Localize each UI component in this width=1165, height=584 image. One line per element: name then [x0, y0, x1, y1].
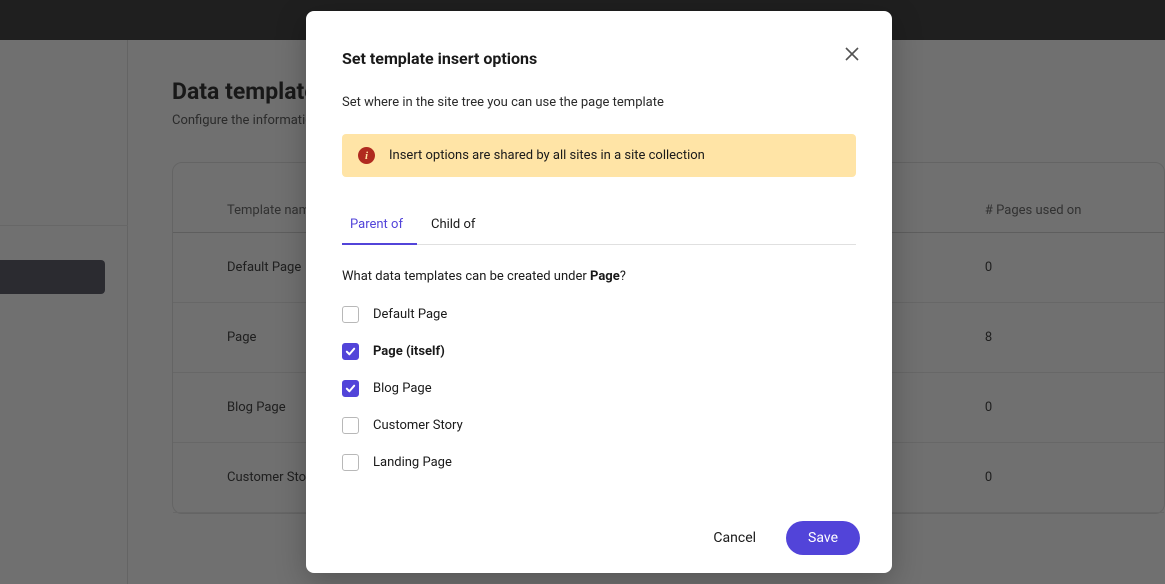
tab-parent-of[interactable]: Parent of	[342, 207, 417, 244]
checkbox-label: Default Page	[373, 307, 447, 322]
checkbox[interactable]	[342, 417, 359, 434]
checkbox-item-landing-page[interactable]: Landing Page	[342, 454, 856, 471]
close-icon	[844, 46, 860, 62]
close-button[interactable]	[844, 46, 860, 66]
question-suffix: ?	[620, 269, 626, 284]
modal-description: Set where in the site tree you can use t…	[306, 95, 892, 110]
question-prefix: What data templates can be created under	[342, 269, 590, 284]
checkbox-label: Customer Story	[373, 418, 463, 433]
modal-footer: Cancel Save	[709, 521, 860, 555]
tab-bar: Parent of Child of	[342, 207, 856, 245]
info-text: Insert options are shared by all sites i…	[389, 148, 705, 163]
checkbox[interactable]	[342, 306, 359, 323]
question-subject: Page	[590, 269, 620, 284]
template-checkbox-list: Default Page Page (itself) Blog Page Cus…	[306, 306, 892, 471]
check-icon	[345, 346, 356, 357]
check-icon	[345, 383, 356, 394]
modal-header: Set template insert options	[306, 49, 892, 68]
checkbox-label: Page (itself)	[373, 344, 445, 359]
checkbox[interactable]	[342, 343, 359, 360]
info-banner: i Insert options are shared by all sites…	[342, 134, 856, 177]
info-icon: i	[358, 147, 375, 164]
save-button[interactable]: Save	[786, 521, 860, 555]
checkbox[interactable]	[342, 454, 359, 471]
tab-child-of[interactable]: Child of	[417, 207, 489, 244]
checkbox-item-default-page[interactable]: Default Page	[342, 306, 856, 323]
cancel-button[interactable]: Cancel	[709, 522, 760, 554]
checkbox-item-page-itself[interactable]: Page (itself)	[342, 343, 856, 360]
checkbox-item-blog-page[interactable]: Blog Page	[342, 380, 856, 397]
checkbox[interactable]	[342, 380, 359, 397]
insert-options-modal: Set template insert options Set where in…	[306, 11, 892, 573]
checkbox-item-customer-story[interactable]: Customer Story	[342, 417, 856, 434]
checkbox-label: Blog Page	[373, 381, 432, 396]
tab-question: What data templates can be created under…	[306, 245, 892, 306]
modal-title: Set template insert options	[342, 49, 537, 68]
checkbox-label: Landing Page	[373, 455, 452, 470]
